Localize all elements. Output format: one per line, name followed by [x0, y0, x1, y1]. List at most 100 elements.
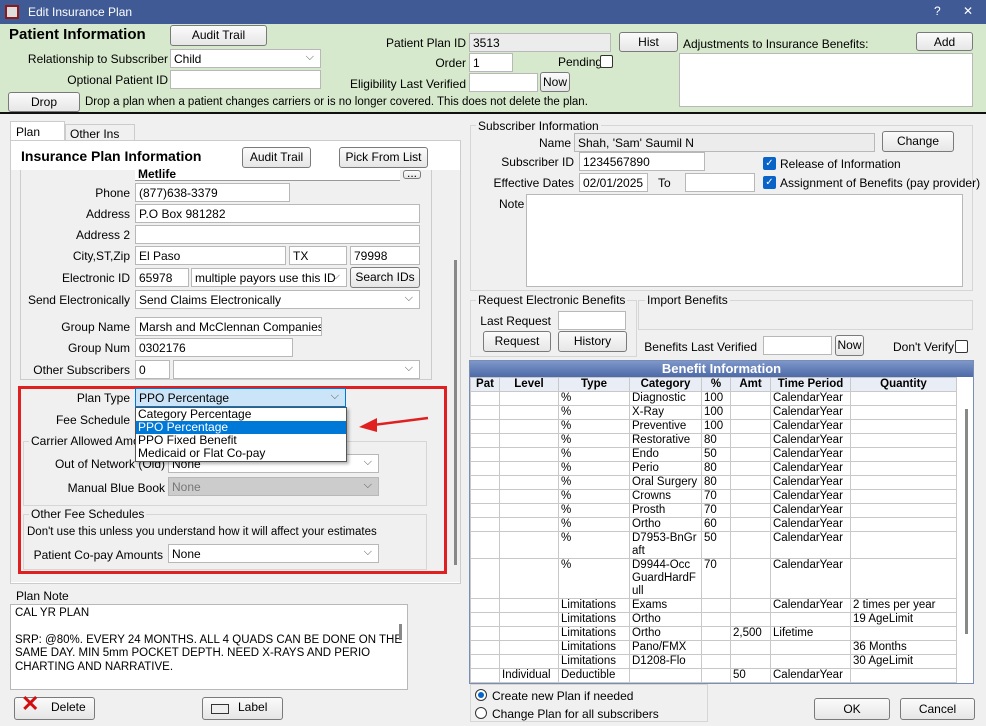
table-row[interactable]: % Ortho 60 CalendarYear: [470, 517, 957, 532]
table-row[interactable]: % Diagnostic 100 CalendarYear: [470, 391, 957, 406]
release-checkbox[interactable]: ✓: [763, 157, 776, 170]
column-header[interactable]: Time Period: [770, 377, 851, 392]
table-row[interactable]: % Endo 50 CalendarYear: [470, 447, 957, 462]
note-scrollbar[interactable]: [399, 624, 402, 640]
hist-button[interactable]: Hist: [619, 32, 678, 52]
table-cell: Restorative: [629, 433, 702, 448]
table-cell: [850, 447, 957, 462]
zip-input[interactable]: 79998: [350, 246, 420, 265]
group-name-input[interactable]: Marsh and McClennan Companies: [135, 317, 322, 336]
plan-audit-trail-button[interactable]: Audit Trail: [242, 147, 311, 168]
subscriber-name-input: Shah, 'Sam' Saumil N: [574, 133, 875, 152]
city-label: City,ST,Zip: [72, 249, 130, 263]
request-button[interactable]: Request: [483, 331, 551, 352]
ok-button[interactable]: OK: [814, 698, 890, 720]
address2-input[interactable]: [135, 225, 420, 244]
table-row[interactable]: % Oral Surgery 80 CalendarYear: [470, 475, 957, 490]
table-row[interactable]: Limitations Ortho 2,500 Lifetime: [470, 626, 957, 641]
benefits-verified-input[interactable]: [763, 336, 832, 355]
column-header[interactable]: Pat: [470, 377, 500, 392]
electronic-id-input[interactable]: 65978: [135, 268, 189, 287]
tab-plan-info[interactable]: Plan Info: [10, 121, 65, 153]
option-medicaid-flat-copay[interactable]: Medicaid or Flat Co-pay: [136, 447, 346, 460]
column-header[interactable]: %: [701, 377, 731, 392]
subscriber-id-input[interactable]: 1234567890: [579, 152, 705, 171]
other-subscribers-select[interactable]: [173, 360, 420, 379]
table-row[interactable]: % D9944-OccGuardHardFull 70 CalendarYear: [470, 558, 957, 599]
close-button[interactable]: ✕: [963, 4, 973, 18]
plan-type-select[interactable]: PPO Percentage: [135, 388, 346, 407]
column-header[interactable]: Level: [499, 377, 559, 392]
add-adjustment-button[interactable]: Add: [916, 32, 973, 51]
table-cell: Preventive: [629, 419, 702, 434]
phone-input[interactable]: (877)638-3379: [135, 183, 290, 202]
relationship-select[interactable]: Child: [170, 49, 321, 68]
dont-verify-checkbox[interactable]: [955, 340, 968, 353]
effective-from-input[interactable]: 02/01/2025: [579, 173, 648, 192]
create-plan-label: Create new Plan if needed: [492, 689, 634, 703]
eligibility-now-button[interactable]: Now: [540, 72, 570, 92]
table-cell: [850, 503, 957, 518]
column-header[interactable]: Amt: [730, 377, 771, 392]
search-ids-button[interactable]: Search IDs: [350, 267, 420, 288]
benefit-scrollbar[interactable]: [965, 409, 968, 634]
patient-audit-trail-button[interactable]: Audit Trail: [170, 25, 267, 46]
benefits-now-button[interactable]: Now: [835, 335, 864, 356]
table-row[interactable]: % Restorative 80 CalendarYear: [470, 433, 957, 448]
subscriber-note-textarea[interactable]: [526, 194, 963, 287]
optional-id-input[interactable]: [170, 70, 321, 89]
tab-other-ins-info[interactable]: Other Ins Info: [65, 124, 135, 155]
table-cell: CalendarYear: [770, 531, 851, 559]
drop-button[interactable]: Drop: [8, 92, 80, 112]
table-cell: [850, 531, 957, 559]
column-header[interactable]: Type: [558, 377, 630, 392]
plan-note-textarea[interactable]: CAL YR PLAN SRP: @80%. EVERY 24 MONTHS. …: [10, 604, 408, 690]
column-header[interactable]: Quantity: [850, 377, 957, 392]
carrier-field-partial[interactable]: Metlife: [135, 168, 400, 181]
table-row[interactable]: % Crowns 70 CalendarYear: [470, 489, 957, 504]
table-row[interactable]: % Prosth 70 CalendarYear: [470, 503, 957, 518]
column-header[interactable]: Category: [629, 377, 702, 392]
help-button[interactable]: ?: [934, 4, 941, 18]
pick-from-list-button[interactable]: Pick From List: [339, 147, 428, 168]
change-subscriber-button[interactable]: Change: [882, 131, 954, 152]
assignment-checkbox[interactable]: ✓: [763, 176, 776, 189]
copay-select[interactable]: None: [168, 544, 379, 563]
delete-button[interactable]: ✕ Delete: [14, 693, 95, 720]
order-input[interactable]: 1: [469, 53, 513, 72]
table-row[interactable]: % Preventive 100 CalendarYear: [470, 419, 957, 434]
plan-scrollbar[interactable]: [454, 260, 457, 565]
table-row[interactable]: Limitations D1208-Flo 30 AgeLimit: [470, 654, 957, 669]
table-cell: 2,500: [730, 626, 771, 641]
address-input[interactable]: P.O Box 981282: [135, 204, 420, 223]
blue-book-select: None: [168, 477, 379, 496]
send-electronically-select[interactable]: Send Claims Electronically: [135, 290, 420, 309]
payor-select[interactable]: multiple payors use this ID: [191, 268, 347, 287]
table-row[interactable]: % Perio 80 CalendarYear: [470, 461, 957, 476]
last-request-input: [558, 311, 626, 330]
create-plan-radio[interactable]: [475, 689, 487, 701]
table-row[interactable]: Limitations Exams CalendarYear 2 times per …: [470, 598, 957, 613]
adjustments-list[interactable]: [679, 53, 973, 107]
cancel-button[interactable]: Cancel: [900, 698, 975, 720]
table-cell: CalendarYear: [770, 433, 851, 448]
table-row[interactable]: % D7953-BnGraft 50 CalendarYear: [470, 531, 957, 559]
state-input[interactable]: TX: [289, 246, 347, 265]
label-button[interactable]: Label: [202, 697, 283, 720]
pending-checkbox[interactable]: [600, 55, 613, 68]
change-plan-radio[interactable]: [475, 707, 487, 719]
eligibility-input[interactable]: [469, 73, 538, 92]
table-cell: D9944-OccGuardHardFull: [629, 558, 702, 599]
blue-book-label: Manual Blue Book: [67, 481, 165, 495]
benefit-info-panel: Benefit Information Pat Level Type Category…: [469, 360, 974, 684]
table-row[interactable]: % X-Ray 100 CalendarYear: [470, 405, 957, 420]
city-input[interactable]: El Paso: [135, 246, 286, 265]
group-num-input[interactable]: 0302176: [135, 338, 293, 357]
table-row[interactable]: Limitations Pano/FMX 36 Months: [470, 640, 957, 655]
table-row[interactable]: Limitations Ortho 19 AgeLimit: [470, 612, 957, 627]
table-cell: Pano/FMX: [629, 640, 702, 655]
history-button[interactable]: History: [558, 331, 627, 352]
table-row[interactable]: Individual Deductible 50 CalendarYear: [470, 668, 957, 683]
carrier-more-button[interactable]: ...: [403, 167, 421, 179]
effective-to-input[interactable]: [685, 173, 755, 192]
